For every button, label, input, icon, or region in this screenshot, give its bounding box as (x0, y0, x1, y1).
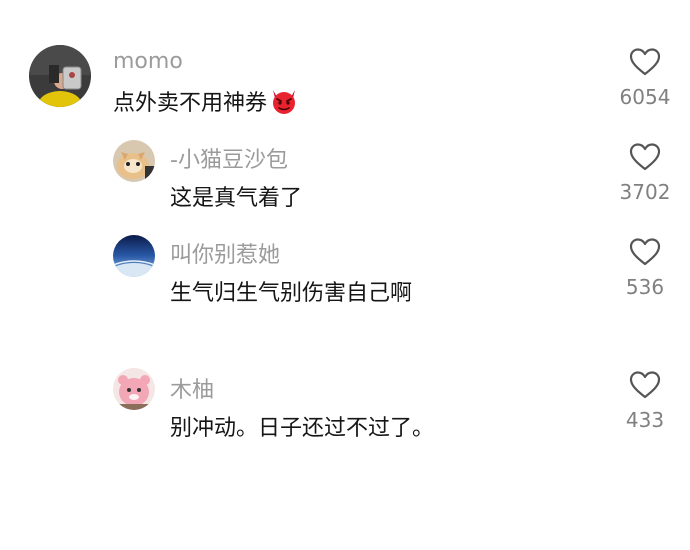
reply-item: -小猫豆沙包 这是真气着了 3702 (0, 140, 690, 230)
like-button[interactable]: 433 (610, 370, 680, 432)
reply-item: 木柚 别冲动。日子还过不过了。 433 (0, 368, 690, 458)
like-button[interactable]: 536 (610, 237, 680, 299)
reply-username[interactable]: 木柚 (170, 372, 214, 404)
comment-text-content: 点外卖不用神券 (113, 91, 268, 116)
avatar[interactable] (113, 235, 155, 277)
avatar[interactable] (113, 140, 155, 182)
comment-item: momo 点外卖不用神券 6054 (0, 0, 690, 140)
comment-text: 点外卖不用神券 (113, 85, 299, 120)
reply-item: 叫你别惹她 生气归生气别伤害自己啊 536 (0, 235, 690, 325)
like-count: 433 (625, 408, 665, 432)
reply-username[interactable]: 叫你别惹她 (170, 237, 280, 269)
avatar[interactable] (113, 368, 155, 410)
reply-text: 生气归生气别伤害自己啊 (170, 281, 413, 306)
like-button[interactable]: 3702 (610, 142, 680, 204)
like-button[interactable]: 6054 (610, 47, 680, 109)
like-count: 3702 (619, 180, 671, 204)
like-count: 6054 (619, 85, 671, 109)
heart-outline-icon[interactable] (629, 370, 661, 400)
heart-outline-icon[interactable] (629, 47, 661, 77)
heart-outline-icon[interactable] (629, 142, 661, 172)
avatar[interactable] (29, 45, 91, 107)
heart-outline-icon[interactable] (629, 237, 661, 267)
like-count: 536 (625, 275, 665, 299)
reply-text: 别冲动。日子还过不过了。 (170, 416, 435, 441)
comment-username[interactable]: momo (113, 49, 183, 74)
reply-text: 这是真气着了 (170, 186, 303, 211)
devil-emoji-icon (269, 88, 299, 120)
comment-list: momo 点外卖不用神券 6054 -小猫豆沙包 这是真气着了 3702 叫你别… (0, 0, 690, 550)
reply-username[interactable]: -小猫豆沙包 (170, 142, 288, 174)
